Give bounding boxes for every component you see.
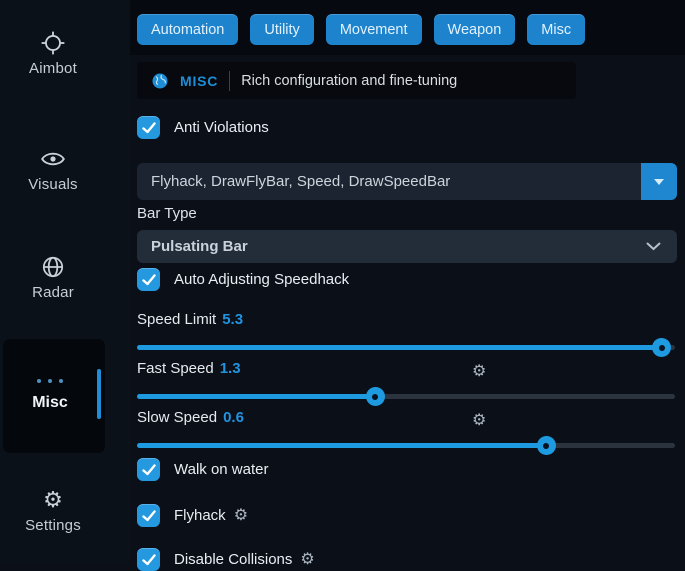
globe-icon (0, 254, 106, 280)
sidebar: Aimbot Visuals Radar Mi (0, 0, 130, 563)
slider-handle[interactable] (537, 436, 556, 455)
fast-speed-label: Fast Speed1.3 (137, 360, 241, 377)
tab-bar: Automation Utility Movement Weapon Misc (137, 14, 585, 45)
disable-collisions-checkbox[interactable] (137, 548, 160, 571)
tab-misc[interactable]: Misc (527, 14, 585, 45)
slow-speed-gear-icon[interactable]: ⚙ (472, 410, 486, 430)
triangle-down-icon (653, 178, 665, 186)
sidebar-item-label: Radar (0, 284, 106, 301)
fast-speed-slider[interactable] (137, 394, 675, 399)
section-subtitle: Rich configuration and fine-tuning (241, 73, 457, 89)
flyhack-gear-icon[interactable]: ⚙ (234, 508, 248, 524)
slow-speed-label: Slow Speed0.6 (137, 409, 244, 426)
tab-automation[interactable]: Automation (137, 14, 238, 45)
flyhack-checkbox[interactable] (137, 504, 160, 527)
flyhack-label: Flyhack ⚙ (174, 507, 248, 524)
sidebar-item-visuals[interactable]: Visuals (0, 146, 106, 193)
bar-type-dropdown[interactable]: Pulsating Bar (137, 230, 677, 263)
fast-speed-value: 1.3 (220, 360, 241, 377)
section-title: MISC (180, 73, 218, 89)
chevron-down-icon (646, 242, 661, 251)
bar-multiselect[interactable]: Flyhack, DrawFlyBar, Speed, DrawSpeedBar (137, 163, 677, 200)
anti-violations-row: Anti Violations (137, 116, 269, 139)
sidebar-item-radar[interactable]: Radar (0, 254, 106, 301)
sidebar-item-label: Aimbot (0, 60, 106, 77)
sidebar-item-label: Misc (3, 394, 97, 412)
walk-on-water-checkbox[interactable] (137, 458, 160, 481)
tab-weapon[interactable]: Weapon (434, 14, 516, 45)
tab-utility[interactable]: Utility (250, 14, 313, 45)
disable-collisions-row: Disable Collisions ⚙ (137, 548, 315, 571)
bar-multiselect-value: Flyhack, DrawFlyBar, Speed, DrawSpeedBar (137, 173, 641, 190)
crosshair-icon (0, 30, 106, 56)
sidebar-item-settings[interactable]: ⚙ Settings (0, 487, 106, 534)
bar-type-value: Pulsating Bar (151, 238, 248, 255)
anti-violations-label: Anti Violations (174, 119, 269, 136)
slow-speed-value: 0.6 (223, 409, 244, 426)
anti-violations-checkbox[interactable] (137, 116, 160, 139)
sidebar-item-aimbot[interactable]: Aimbot (0, 30, 106, 77)
sidebar-item-label: Settings (0, 517, 106, 534)
walk-on-water-row: Walk on water (137, 458, 268, 481)
selected-accent-bar (97, 369, 101, 419)
section-header: MISC Rich configuration and fine-tuning (137, 62, 576, 99)
disable-collisions-label: Disable Collisions ⚙ (174, 551, 315, 568)
bar-type-label: Bar Type (137, 205, 197, 222)
speed-limit-slider[interactable] (137, 345, 675, 350)
auto-adjusting-row: Auto Adjusting Speedhack (137, 268, 349, 291)
speed-limit-label: Speed Limit5.3 (137, 311, 243, 328)
eye-icon (0, 146, 106, 172)
slider-handle[interactable] (652, 338, 671, 357)
auto-adjusting-checkbox[interactable] (137, 268, 160, 291)
ellipsis-icon (3, 379, 97, 383)
slider-fill (137, 443, 546, 448)
check-icon (142, 510, 156, 522)
check-icon (142, 464, 156, 476)
auto-adjusting-label: Auto Adjusting Speedhack (174, 271, 349, 288)
disable-collisions-gear-icon[interactable]: ⚙ (300, 552, 314, 568)
slider-handle[interactable] (366, 387, 385, 406)
speed-limit-value: 5.3 (222, 311, 243, 328)
check-icon (142, 274, 156, 286)
flyhack-row: Flyhack ⚙ (137, 504, 248, 527)
slider-fill (137, 345, 661, 350)
tab-movement[interactable]: Movement (326, 14, 422, 45)
slider-fill (137, 394, 375, 399)
sidebar-item-label: Visuals (0, 176, 106, 193)
gear-icon: ⚙ (0, 487, 106, 513)
sidebar-item-misc-selected[interactable]: Misc (3, 339, 105, 453)
slow-speed-slider[interactable] (137, 443, 675, 448)
globe-icon (151, 72, 169, 90)
fast-speed-gear-icon[interactable]: ⚙ (472, 361, 486, 381)
check-icon (142, 554, 156, 566)
check-icon (142, 122, 156, 134)
walk-on-water-label: Walk on water (174, 461, 268, 478)
divider (229, 71, 230, 91)
app-window: Aimbot Visuals Radar Mi (0, 0, 685, 563)
bar-multiselect-open-button[interactable] (641, 163, 677, 200)
